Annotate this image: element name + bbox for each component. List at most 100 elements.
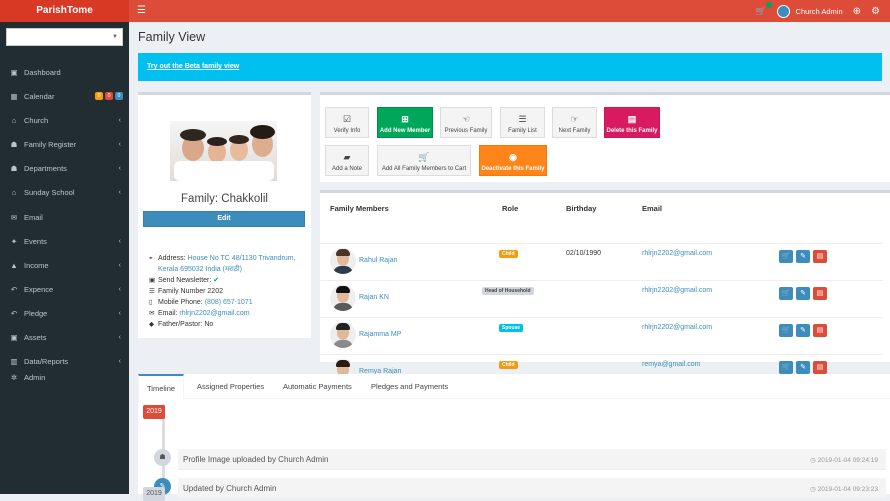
role-badge: Head of Household: [482, 287, 534, 295]
family-number: 2202: [207, 288, 223, 295]
table-row: Rahul Rajan Child 02/10/1990 rhlrjn2202@gma…: [320, 243, 883, 280]
member-actions: 🛒 ✎ ▤: [779, 324, 827, 337]
member-photo[interactable]: [330, 285, 356, 311]
tab-automatic-payments[interactable]: Automatic Payments: [283, 374, 352, 399]
sidebar-item-family-register[interactable]: ☗ Family Register ‹: [0, 136, 129, 152]
sidebar-item-admin[interactable]: ✲ Admin: [0, 369, 129, 385]
search-select[interactable]: ▼: [6, 28, 123, 46]
tab-timeline[interactable]: Timeline: [138, 374, 185, 399]
chevron-left-icon: ‹: [118, 237, 121, 245]
sidebar-item-label: Departments: [24, 163, 67, 173]
previous-family-button[interactable]: ☜ Previous Family: [440, 107, 492, 138]
gears-icon: ✲: [10, 372, 18, 382]
tab-assigned-properties[interactable]: Assigned Properties: [197, 374, 264, 399]
sidebar-item-assets[interactable]: ▣ Assets ‹: [0, 329, 129, 345]
cart-icon[interactable]: 🛒: [779, 324, 793, 337]
list-icon: ☰: [518, 114, 527, 124]
calendar-badge: 0: [115, 92, 123, 100]
user-avatar: [776, 4, 790, 18]
edit-button[interactable]: Edit: [143, 211, 305, 227]
member-name-link[interactable]: Rajan KN: [359, 294, 389, 301]
member-name-link[interactable]: Rahul Rajan: [359, 257, 398, 264]
sidebar-item-data-reports[interactable]: ▥ Data/Reports ‹: [0, 353, 129, 369]
expense-icon: ↶: [10, 284, 18, 294]
mobile-link[interactable]: (808) 657-1071: [205, 297, 253, 308]
member-actions: 🛒 ✎ ▤: [779, 361, 827, 374]
cart-icon[interactable]: 🛒: [779, 250, 793, 263]
deactivate-family-button[interactable]: ◉ Deactivate this Family: [479, 145, 547, 176]
pencil-icon[interactable]: ✎: [796, 361, 810, 374]
sidebar-item-pledge[interactable]: ↶ Pledge ‹: [0, 305, 129, 321]
pencil-icon[interactable]: ✎: [796, 250, 810, 263]
tab-bar: Timeline Assigned Properties Automatic P…: [138, 374, 890, 399]
timeline-time-value: 2019-01-04 09:24:19: [817, 457, 878, 464]
role-badge: Child: [499, 250, 518, 258]
sidebar-item-church[interactable]: ⌂ Church ‹: [0, 112, 129, 128]
trash-icon[interactable]: ▤: [813, 361, 827, 374]
sidebar-item-label: Assets: [24, 332, 47, 342]
delete-family-button[interactable]: ▤ Delete this Family: [604, 107, 660, 138]
cart-icon[interactable]: 🛒: [755, 1, 772, 17]
family-members-table: Family Members Role Birthday Email Rahul…: [320, 190, 890, 385]
add-member-button[interactable]: ⊞ Add New Member: [377, 107, 433, 138]
add-note-button[interactable]: ▰ Add a Note: [325, 145, 369, 176]
timeline-year: 2019: [143, 405, 165, 419]
user-menu[interactable]: Church Admin: [776, 4, 843, 18]
pencil-icon[interactable]: ✎: [796, 324, 810, 337]
settings-icon[interactable]: ⚙: [871, 6, 880, 17]
users-icon: ☗: [10, 163, 18, 173]
pencil-icon[interactable]: ✎: [796, 287, 810, 300]
add-circle-icon[interactable]: ⊕: [853, 6, 861, 17]
family-icon: ☗: [10, 139, 18, 149]
member-photo[interactable]: [330, 322, 356, 348]
timeline-item-text: Profile Image uploaded by Church Admin: [183, 455, 329, 464]
sidebar-toggle-icon[interactable]: ☰: [137, 5, 146, 16]
member-email-link[interactable]: rhlrjn2202@gmail.com: [642, 324, 712, 331]
member-actions: 🛒 ✎ ▤: [779, 250, 827, 263]
chevron-left-icon: ‹: [118, 116, 121, 124]
tab-pledges-payments[interactable]: Pledges and Payments: [371, 374, 448, 399]
note-label: Add a Note: [331, 166, 363, 172]
member-email-link[interactable]: rhlrjn2202@gmail.com: [642, 287, 712, 294]
verify-info-button[interactable]: ☑ Verify Info: [325, 107, 369, 138]
chevron-down-icon: ▼: [112, 34, 118, 40]
beta-view-link[interactable]: Try out the Beta family view: [147, 63, 239, 70]
tag-icon: ◆: [149, 321, 154, 328]
family-details: ⌖ Address: House No TC 48/1130 Trivandrum…: [149, 253, 309, 330]
email-link[interactable]: rhlrjn2202@gmail.com: [179, 308, 249, 319]
calendar-icon: ▦: [10, 91, 18, 101]
cart-icon[interactable]: 🛒: [779, 287, 793, 300]
add-to-cart-button[interactable]: 🛒 Add All Family Members to Cart: [377, 145, 471, 176]
email-label: Email:: [158, 310, 178, 317]
sidebar-item-dashboard[interactable]: ▣ Dashboard: [0, 64, 129, 80]
member-photo[interactable]: [330, 248, 356, 274]
users-icon: ☗: [154, 449, 171, 466]
sidebar-item-expence[interactable]: ↶ Expence ‹: [0, 281, 129, 297]
check-square-icon: ☑: [342, 114, 352, 124]
trash-icon[interactable]: ▤: [813, 250, 827, 263]
next-family-button[interactable]: ☞ Next Family: [552, 107, 597, 138]
page-title: Family View: [138, 30, 206, 44]
member-email-link[interactable]: rhlrjn2202@gmail.com: [642, 250, 712, 257]
member-name-link[interactable]: Rajamma MP: [359, 331, 401, 338]
sidebar-item-departments[interactable]: ☗ Departments ‹: [0, 160, 129, 176]
cart-plus-icon: 🛒: [418, 152, 430, 162]
sidebar-item-events[interactable]: ✦ Events ‹: [0, 233, 129, 249]
cart-icon[interactable]: 🛒: [779, 361, 793, 374]
trash-icon[interactable]: ▤: [813, 324, 827, 337]
chevron-left-icon: ‹: [118, 333, 121, 341]
col-email: Email: [642, 204, 663, 213]
family-list-button[interactable]: ☰ Family List: [500, 107, 545, 138]
pledge-icon: ↶: [10, 308, 18, 318]
sidebar-item-calendar[interactable]: ▦ Calendar 0 0 0: [0, 88, 129, 104]
sidebar-item-income[interactable]: ▲ Income ‹: [0, 257, 129, 273]
member-actions: 🛒 ✎ ▤: [779, 287, 827, 300]
col-birthday: Birthday: [566, 204, 597, 213]
sidebar-item-email[interactable]: ✉ Email: [0, 209, 129, 225]
timeline-item: Profile Image uploaded by Church Admin ◷…: [178, 449, 886, 470]
member-email-link[interactable]: remya@gmail.com: [642, 361, 700, 368]
app-logo[interactable]: ParishTome: [0, 0, 129, 22]
sidebar-item-sunday-school[interactable]: ⌂ Sunday School ‹: [0, 184, 129, 200]
trash-icon[interactable]: ▤: [813, 287, 827, 300]
check-icon: ✔: [213, 277, 220, 284]
